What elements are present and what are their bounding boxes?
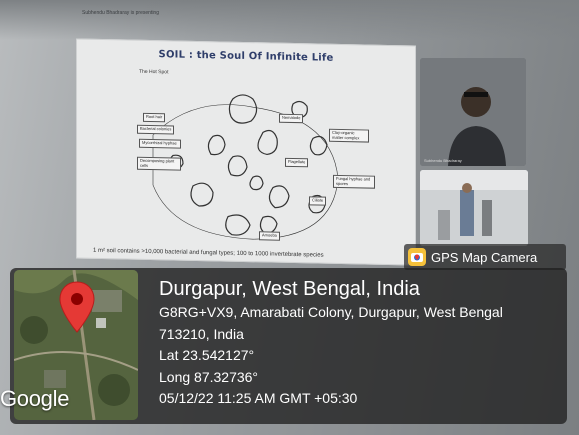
latitude: Lat 23.542127°	[159, 347, 255, 363]
participant-silhouette	[420, 58, 526, 166]
diagram-blob	[207, 134, 226, 156]
label-root-hair: Root hair	[143, 112, 166, 122]
label-ciliate: Ciliate	[309, 196, 327, 206]
gps-map-camera-badge: GPS Map Camera	[404, 244, 566, 270]
diagram-blob	[228, 94, 258, 124]
diagram-blob	[249, 175, 264, 191]
location-title: Durgapur, West Bengal, India	[159, 278, 420, 300]
label-flagellate: Flagellate	[285, 157, 309, 167]
participant-video-tile: Subhendu Bhadraray	[420, 58, 526, 166]
slide-caption: 1 m² soil contains >10,000 bacterial and…	[93, 247, 324, 259]
label-mycorrhizal-hyphae: Mycorrhizal hyphae	[139, 138, 181, 149]
label-amoeba: Amoeba	[259, 231, 280, 241]
label-decomposing-plant-cells: Decomposing plant cells	[137, 156, 181, 171]
diagram-blob	[268, 185, 290, 209]
map-pin-icon	[59, 281, 95, 333]
diagram-outline	[152, 104, 339, 240]
photo-top-shade	[0, 0, 579, 40]
google-logo: Google	[0, 386, 70, 411]
gps-map-camera-icon	[408, 248, 426, 266]
room-video-tile	[420, 170, 528, 246]
location-details: Durgapur, West Bengal, India G8RG+VX9, A…	[159, 276, 503, 410]
diagram-blob	[309, 135, 328, 156]
slide-title: SOIL : the Soul Of Infinite Life	[158, 49, 334, 64]
label-nematode: Nematode	[279, 113, 304, 123]
diagram-blob	[257, 129, 278, 156]
address-line-1: G8RG+VX9, Amarabati Colony, Durgapur, We…	[159, 304, 503, 320]
diagram-blob	[190, 182, 214, 207]
gps-map-camera-label: GPS Map Camera	[431, 249, 538, 265]
room-scene	[420, 170, 528, 246]
address-line-2: 713210, India	[159, 325, 244, 342]
participant-name: Subhendu Bhadraray	[424, 158, 462, 163]
diagram-blob	[225, 214, 251, 236]
projected-slide: SOIL : the Soul Of Infinite Life The Hot…	[76, 38, 416, 266]
presenting-indicator: Subhendu Bhadraray is presenting	[82, 10, 159, 16]
timestamp: 05/12/22 11:25 AM GMT +05:30	[159, 390, 358, 406]
label-bacterial-colonies: Bacterial colonies	[137, 124, 175, 134]
label-clay-organic-matter-complex: Clay-organic matter complex	[329, 128, 369, 143]
label-fungal-hyphae-and-spores: Fungal hyphae and spores	[333, 174, 375, 189]
diagram-blob	[227, 155, 248, 177]
longitude: Long 87.32736°	[159, 368, 259, 385]
